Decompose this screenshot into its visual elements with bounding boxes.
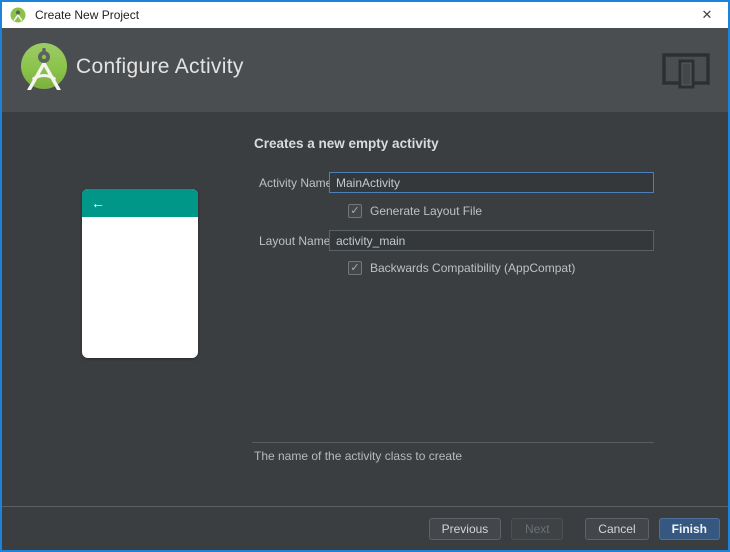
back-arrow-icon: ← bbox=[91, 196, 105, 210]
generate-layout-checkbox-row[interactable]: ✓ Generate Layout File bbox=[348, 204, 482, 218]
backwards-compat-checkbox-row[interactable]: ✓ Backwards Compatibility (AppCompat) bbox=[348, 261, 575, 275]
check-icon: ✓ bbox=[350, 206, 359, 217]
wizard-step-title: Configure Activity bbox=[76, 55, 244, 79]
activity-name-label: Activity Name: bbox=[259, 173, 336, 193]
close-button[interactable]: ✕ bbox=[686, 2, 728, 28]
backwards-compat-checkbox-label: Backwards Compatibility (AppCompat) bbox=[370, 261, 575, 275]
preview-appbar: ← bbox=[82, 189, 198, 217]
check-icon: ✓ bbox=[350, 263, 359, 274]
form-heading: Creates a new empty activity bbox=[254, 136, 439, 151]
activity-preview-thumbnail: ← bbox=[82, 189, 198, 358]
layout-name-input[interactable] bbox=[329, 230, 654, 251]
close-icon: ✕ bbox=[702, 7, 713, 23]
field-hint-text: The name of the activity class to create bbox=[254, 449, 462, 463]
titlebar[interactable]: Create New Project ✕ bbox=[2, 2, 728, 28]
wizard-footer: Previous Next Cancel Finish bbox=[2, 506, 728, 550]
previous-button[interactable]: Previous bbox=[429, 518, 502, 540]
hint-divider bbox=[252, 442, 654, 443]
cancel-button[interactable]: Cancel bbox=[585, 518, 648, 540]
generate-layout-checkbox-label: Generate Layout File bbox=[370, 204, 482, 218]
window-title: Create New Project bbox=[35, 8, 139, 22]
create-new-project-window: Create New Project ✕ Configure Activity bbox=[0, 0, 730, 552]
android-studio-app-icon bbox=[10, 7, 26, 23]
wizard-content: ← Creates a new empty activity Activity … bbox=[2, 112, 728, 506]
next-button[interactable]: Next bbox=[511, 518, 563, 540]
android-studio-logo-icon bbox=[16, 40, 72, 96]
backwards-compat-checkbox[interactable]: ✓ bbox=[348, 261, 362, 275]
activity-name-input[interactable] bbox=[329, 172, 654, 193]
wizard-header: Configure Activity bbox=[2, 28, 728, 112]
device-formfactor-icon bbox=[660, 48, 712, 92]
layout-name-label: Layout Name: bbox=[259, 231, 334, 251]
finish-button[interactable]: Finish bbox=[659, 518, 720, 540]
generate-layout-checkbox[interactable]: ✓ bbox=[348, 204, 362, 218]
